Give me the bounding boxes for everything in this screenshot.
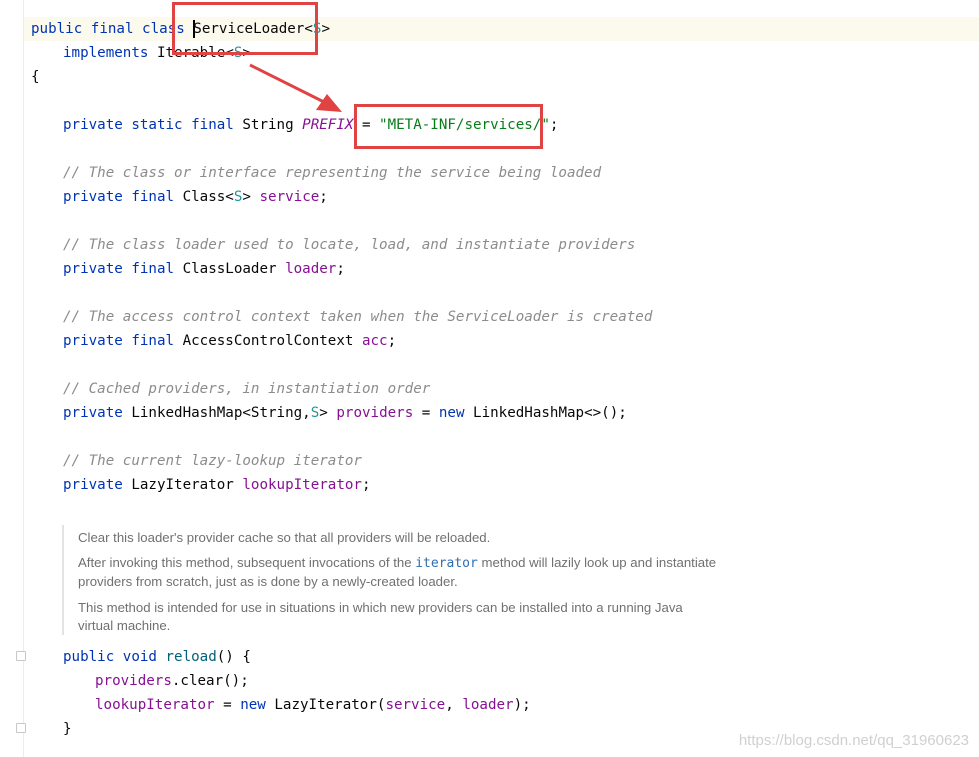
annotation-arrow-icon <box>249 63 342 112</box>
watermark: https://blog.csdn.net/qq_31960623 <box>738 732 969 749</box>
